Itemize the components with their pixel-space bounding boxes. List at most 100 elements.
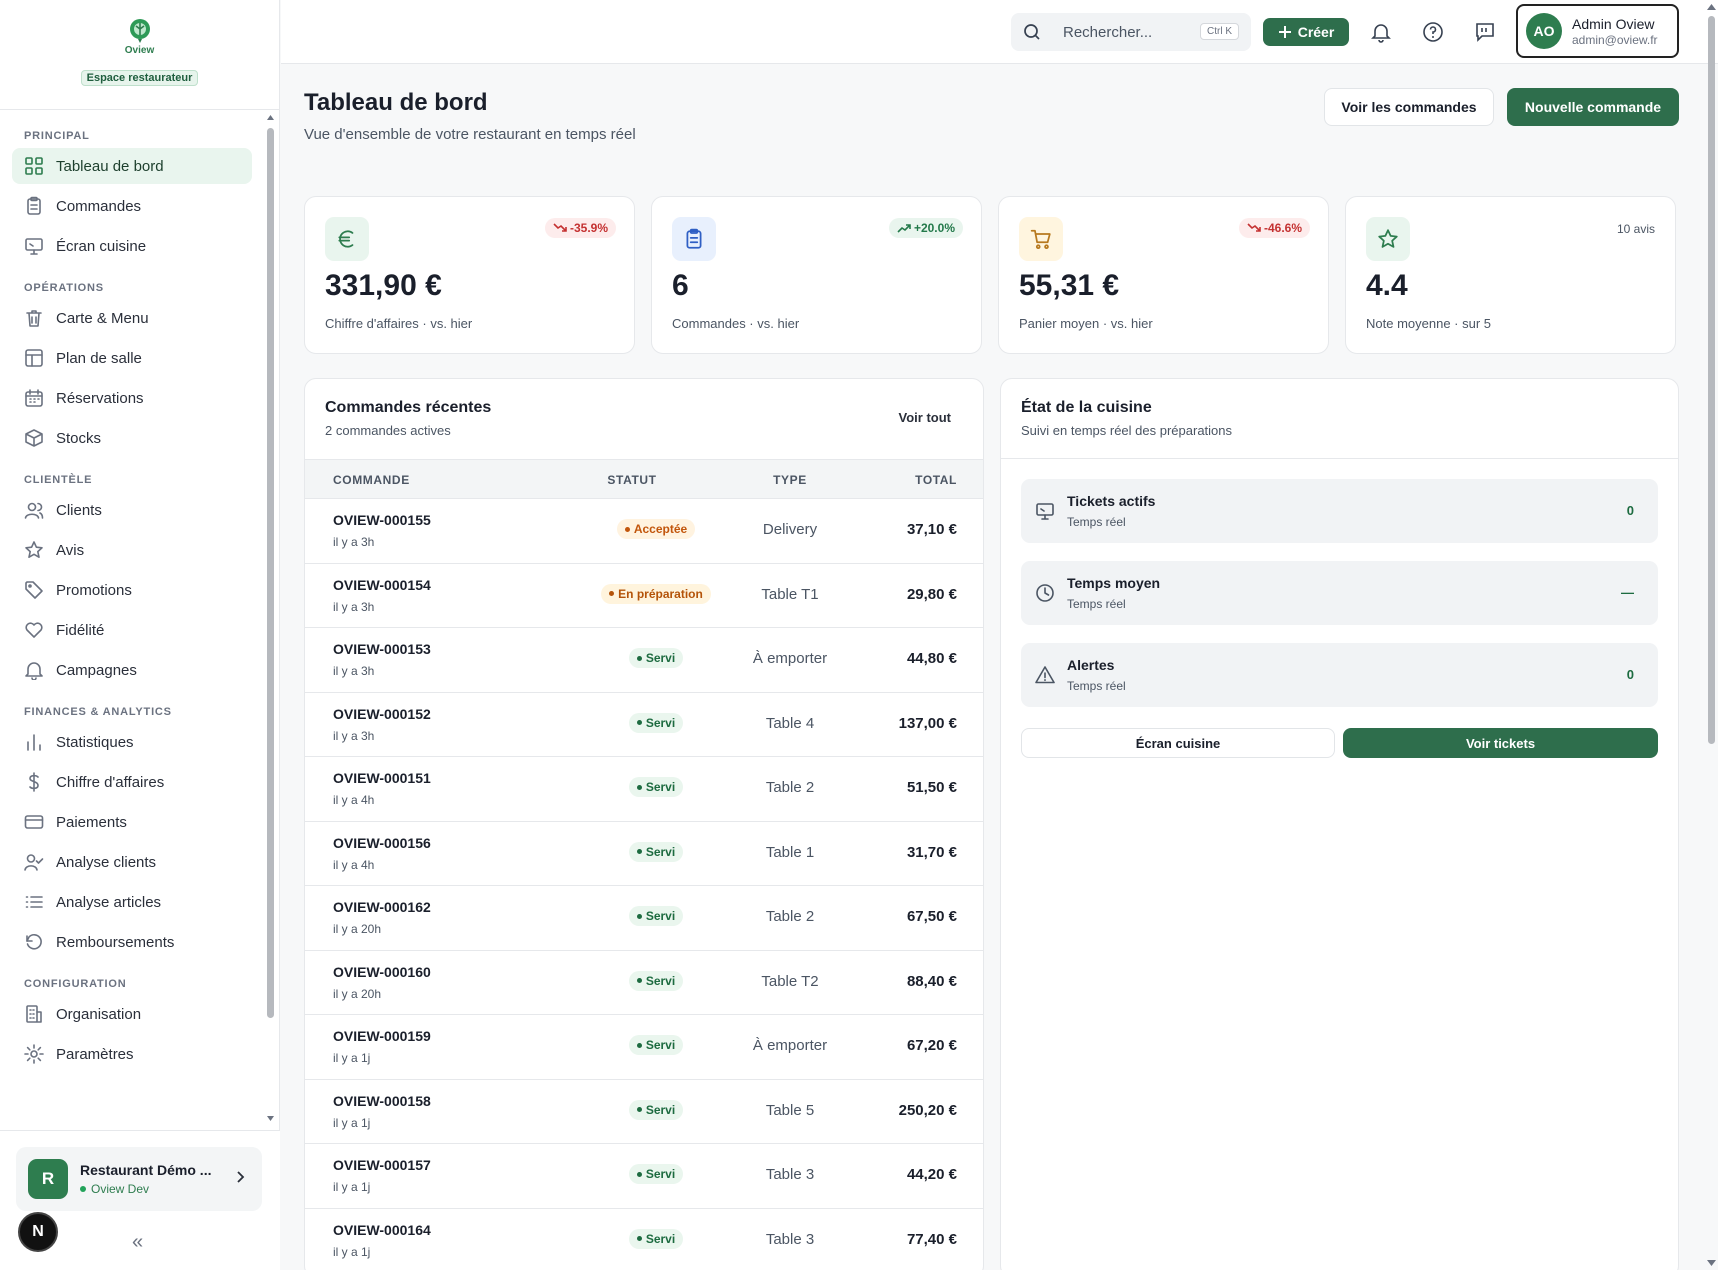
sidebar-scrollbar[interactable] [266,114,275,1124]
sidebar-item-clients[interactable]: Clients [12,492,252,528]
scroll-up-arrow-icon[interactable] [1705,2,1718,12]
bell-icon [25,662,43,680]
table-row[interactable]: OVIEW-000155 il y a 3h Acceptée Delivery… [305,499,983,564]
sidebar-item-stocks[interactable]: Stocks [12,420,252,456]
order-type: Table 3 [765,1166,815,1183]
page-scrollbar[interactable] [1705,0,1718,1270]
kitchen-subtitle: Suivi en temps réel des préparations [1021,423,1233,438]
new-order-button[interactable]: Nouvelle commande [1507,88,1679,126]
order-id: OVIEW-000156 [333,834,431,851]
status-badge: Servi [628,1164,684,1184]
table-row[interactable]: OVIEW-000154 il y a 3h En préparation Ta… [305,564,983,628]
sidebar-item-label: Réservations [56,389,144,407]
sidebar-item-analyse-clients[interactable]: Analyse clients [12,844,252,880]
order-id: OVIEW-000153 [333,641,431,657]
status-badge: Acceptée [616,519,696,539]
sidebar-scroll-thumb[interactable] [267,128,274,1018]
status-badge: En préparation [601,583,711,604]
nav-section-title: OPÉRATIONS [24,282,104,294]
status-badge: Servi [628,970,684,991]
sidebar-item-tableau-de-bord[interactable]: Tableau de bord [12,148,252,184]
table-row[interactable]: OVIEW-000157 il y a 1j Servi Table 3 44,… [305,1144,983,1209]
page-scroll-thumb[interactable] [1708,16,1715,744]
orders-table-body: OVIEW-000155 il y a 3h Acceptée Delivery… [305,499,983,1270]
sidebar-item-organisation[interactable]: Organisation [12,996,252,1032]
view-tickets-button[interactable]: Voir tickets [1343,728,1658,758]
column-header-type[interactable]: TYPE [750,473,830,487]
help-icon[interactable] [1422,21,1444,43]
users-icon [24,502,44,519]
table-row[interactable]: OVIEW-000159 il y a 1j Servi À emporter … [305,1015,983,1080]
table-row[interactable]: OVIEW-000153 il y a 3h Servi À emporter … [305,628,983,693]
create-button[interactable]: Créer [1263,18,1349,46]
review-count: 10 avis [1616,222,1655,236]
order-id: OVIEW-000152 [333,705,431,722]
sidebar-item-paiements[interactable]: Paiements [12,804,252,840]
sidebar-item-chiffre-d-affaires[interactable]: Chiffre d'affaires [12,764,252,800]
message-icon[interactable] [1474,21,1496,43]
sidebar-item-label: Promotions [56,581,132,599]
search-input[interactable]: Rechercher... Ctrl K [1011,13,1251,51]
sidebar-item-statistiques[interactable]: Statistiques [12,724,252,760]
sidebar-item-label: Écran cuisine [56,237,147,255]
view-orders-button[interactable]: Voir les commandes [1324,88,1494,126]
order-id: OVIEW-000151 [333,770,431,786]
calendar-icon [25,389,43,407]
sidebar-item-remboursements[interactable]: Remboursements [12,924,252,960]
see-all-link[interactable]: Voir tout [899,410,951,425]
trend-badge: -35.9% [544,218,616,238]
sidebar-item-label: Commandes [56,197,142,215]
avatar: AO [1526,13,1562,49]
column-header-status[interactable]: STATUT [571,473,693,487]
heart-icon [25,622,43,638]
sidebar-item-parametres[interactable]: Paramètres [12,1036,252,1072]
collapse-sidebar-button[interactable]: « [132,1231,143,1254]
grid-icon [25,157,43,175]
stat-value: 4.4 [1366,269,1408,302]
sidebar-item-analyse-articles[interactable]: Analyse articles [12,884,252,920]
table-row[interactable]: OVIEW-000164 il y a 1j Servi Table 3 77,… [305,1209,983,1270]
logo-text: Oview [124,45,155,56]
sidebar-item-promotions[interactable]: Promotions [12,572,252,608]
order-time: il y a 1j [333,1180,371,1194]
user-menu[interactable]: AO Admin Oview admin@oview.fr [1516,4,1679,58]
order-type: Table 3 [765,1230,815,1248]
kitchen-metric-title: Tickets actifs [1067,493,1156,509]
sidebar-item-label: Avis [56,541,85,559]
sidebar-item-reservations[interactable]: Réservations [12,380,252,416]
bell-icon[interactable] [1370,21,1392,43]
table-row[interactable]: OVIEW-000162 il y a 20h Servi Table 2 67… [305,886,983,951]
trending-down-icon [553,223,567,232]
sidebar-item-plan-de-salle[interactable]: Plan de salle [12,340,252,376]
restaurant-switcher[interactable]: R Restaurant Démo ... Oview Dev [16,1147,262,1211]
column-header-total[interactable]: TOTAL [915,473,957,487]
scroll-down-arrow-icon[interactable] [1705,1258,1718,1268]
sidebar-item-fidelite[interactable]: Fidélité [12,612,252,648]
column-header-order[interactable]: COMMANDE [333,473,410,487]
sidebar-item-label: Fidélité [56,621,105,639]
kitchen-screen-button[interactable]: Écran cuisine [1021,728,1335,758]
table-row[interactable]: OVIEW-000152 il y a 3h Servi Table 4 137… [305,693,983,757]
order-total: 67,20 € [906,1037,957,1054]
monitor-icon [1036,503,1054,520]
kitchen-metric-sub: Temps réel [1067,679,1126,693]
sidebar-item-carte-menu[interactable]: Carte & Menu [12,300,252,336]
sidebar-item-ecran-cuisine[interactable]: Écran cuisine [12,228,252,264]
table-row[interactable]: OVIEW-000151 il y a 4h Servi Table 2 51,… [305,757,983,822]
sidebar-item-label: Statistiques [56,733,134,751]
order-id: OVIEW-000157 [333,1157,431,1173]
sidebar-item-avis[interactable]: Avis [12,532,252,568]
orders-subtitle: 2 commandes actives [325,423,451,438]
scroll-up-arrow-icon[interactable] [266,114,275,122]
table-row[interactable]: OVIEW-000156 il y a 4h Servi Table 1 31,… [305,822,983,886]
table-row[interactable]: OVIEW-000160 il y a 20h Servi Table T2 8… [305,951,983,1015]
user-email: admin@oview.fr [1572,32,1658,47]
scroll-down-arrow-icon[interactable] [266,1114,275,1122]
sidebar-item-commandes[interactable]: Commandes [12,188,252,224]
trend-value: -35.9% [569,221,608,235]
dev-tools-badge[interactable]: N [18,1212,58,1252]
trend-value: +20.0% [913,221,955,235]
dollar-icon [29,772,39,792]
sidebar-item-campagnes[interactable]: Campagnes [12,652,252,688]
table-row[interactable]: OVIEW-000158 il y a 1j Servi Table 5 250… [305,1080,983,1144]
